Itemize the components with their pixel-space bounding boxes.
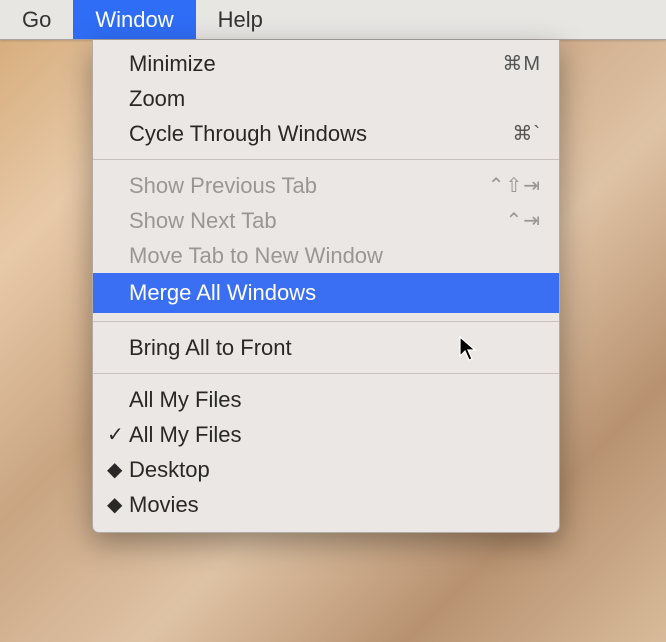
menu-item-window-all-my-files-checked[interactable]: ✓ All My Files	[93, 417, 559, 452]
menu-separator	[93, 321, 559, 322]
diamond-icon: ◆	[107, 460, 129, 480]
menu-item-window-desktop[interactable]: ◆ Desktop	[93, 452, 559, 487]
menu-item-label: Desktop	[129, 457, 541, 483]
menu-item-merge-all-windows[interactable]: Merge All Windows	[93, 273, 559, 313]
menu-item-show-next-tab: Show Next Tab ⌃⇥	[93, 203, 559, 238]
menubar-item-go[interactable]: Go	[0, 0, 73, 39]
menu-item-zoom[interactable]: Zoom	[93, 81, 559, 116]
diamond-icon: ◆	[107, 495, 129, 515]
menu-separator	[93, 159, 559, 160]
menu-item-label: Move Tab to New Window	[129, 243, 541, 269]
menu-item-label: Movies	[129, 492, 541, 518]
checkmark-icon: ✓	[107, 425, 129, 445]
menu-item-window-movies[interactable]: ◆ Movies	[93, 487, 559, 522]
menu-item-minimize[interactable]: Minimize ⌘M	[93, 46, 559, 81]
menubar: Go Window Help	[0, 0, 666, 40]
menubar-item-help[interactable]: Help	[196, 0, 285, 39]
menu-item-shortcut: ⌃⇧⇥	[488, 173, 541, 198]
menu-item-label: All My Files	[129, 387, 541, 413]
menu-item-shortcut: ⌘M	[502, 51, 541, 76]
menu-item-label: Bring All to Front	[129, 335, 541, 361]
menu-item-label: Show Previous Tab	[129, 173, 488, 199]
menu-item-label: Cycle Through Windows	[129, 121, 512, 147]
menu-item-label: Merge All Windows	[129, 280, 541, 306]
menubar-item-window[interactable]: Window	[73, 0, 195, 39]
menu-item-label: Minimize	[129, 51, 502, 77]
menu-item-bring-all-to-front[interactable]: Bring All to Front	[93, 330, 559, 365]
menu-item-window-all-my-files[interactable]: All My Files	[93, 382, 559, 417]
menu-item-show-previous-tab: Show Previous Tab ⌃⇧⇥	[93, 168, 559, 203]
window-menu-dropdown: Minimize ⌘M Zoom Cycle Through Windows ⌘…	[92, 40, 560, 533]
menu-item-label: Zoom	[129, 86, 541, 112]
menu-item-label: All My Files	[129, 422, 541, 448]
menu-item-move-tab-to-new-window: Move Tab to New Window	[93, 238, 559, 273]
menu-item-shortcut: ⌃⇥	[505, 208, 541, 233]
menu-item-cycle-through-windows[interactable]: Cycle Through Windows ⌘`	[93, 116, 559, 151]
menu-separator	[93, 373, 559, 374]
menu-item-label: Show Next Tab	[129, 208, 505, 234]
menu-item-shortcut: ⌘`	[512, 121, 541, 146]
